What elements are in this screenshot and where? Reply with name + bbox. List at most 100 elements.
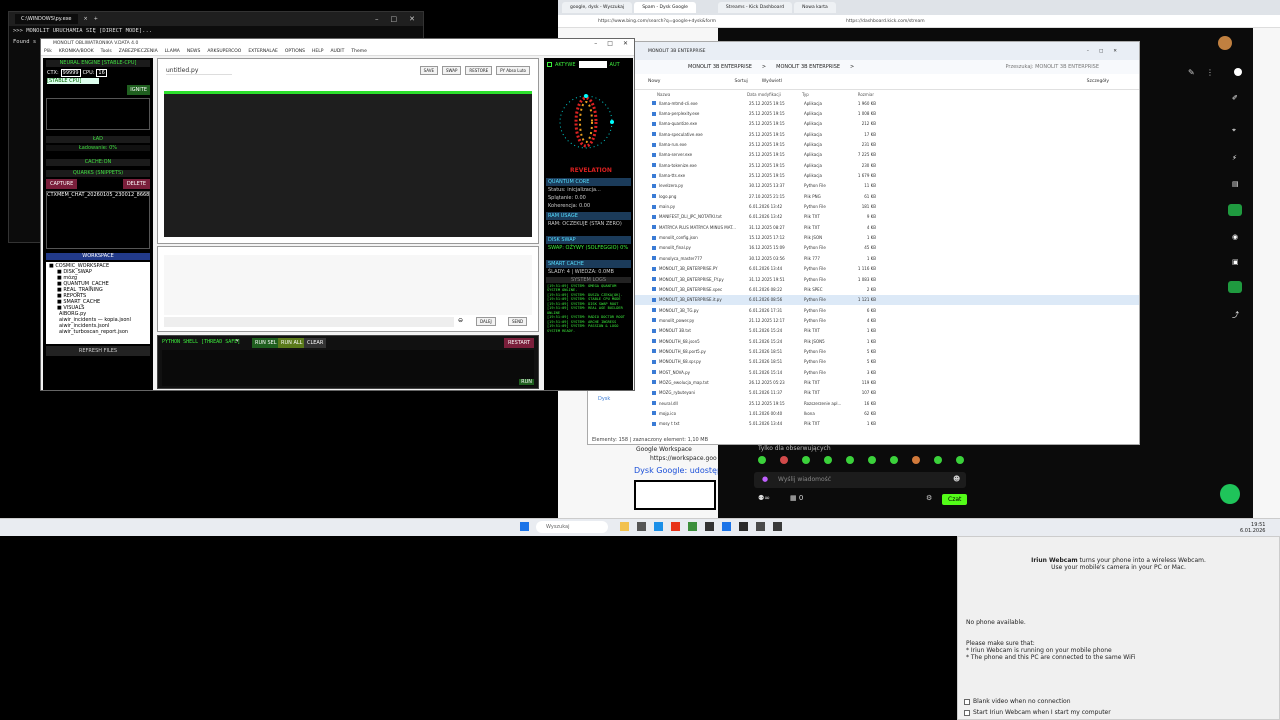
run-all-button[interactable]: RUN ALL [278, 338, 306, 348]
shell-dropdown[interactable]: ▾ [236, 338, 239, 344]
chat-output[interactable] [164, 255, 532, 315]
file-row[interactable]: llama-tts.exe 25.12.2025 19:15 Aplikacja 1 … [588, 170, 1139, 180]
iriun-webcam-window[interactable]: Iriun Webcam turns your phone into a wir… [957, 536, 1280, 720]
browser-tab[interactable]: google, dysk - Wyszukaj [562, 2, 633, 13]
file-explorer-window[interactable]: MONOLIT 3B ENTERPRISE –□✕ MONOLIT 3B ENT… [587, 41, 1140, 445]
file-row[interactable]: MONOLITH_68.port5.py 5.01.2026 18:51 Pytho… [588, 346, 1139, 356]
emoji-picker-icon[interactable]: ☻ [953, 475, 960, 483]
tree-disk[interactable]: Dysk [598, 396, 610, 402]
broadcast-icon[interactable]: ◉ [1232, 233, 1238, 241]
edit-icon[interactable]: ✎ [1188, 68, 1195, 77]
menu-item[interactable]: HELP [312, 49, 323, 54]
pen-icon[interactable]: ✐ [1232, 94, 1238, 102]
storage-icon[interactable]: ▤ [1232, 180, 1239, 188]
monolit-app-window[interactable]: MONOLIT OBLIWATRONIKA V.DATA 4.0 – □ ✕ P… [40, 38, 635, 391]
file-row[interactable]: monolit_power.py 21.12.2025 12:17 Python F… [588, 315, 1139, 325]
py-absoluto-button[interactable]: PY Abso Luto [496, 66, 530, 75]
menu-item[interactable]: NEWS [187, 49, 201, 54]
browser-tab[interactable]: Nowa karta [794, 2, 836, 13]
file-row[interactable]: llama-server.exe 25.12.2025 19:15 Aplikacj… [588, 150, 1139, 160]
folder-icon[interactable] [620, 522, 629, 531]
taskbar-search[interactable]: Wyszukaj [536, 521, 608, 533]
checkbox[interactable] [964, 709, 970, 716]
emote-icon[interactable] [758, 456, 766, 464]
emote-icon[interactable] [802, 456, 810, 464]
app-icon[interactable] [773, 522, 782, 531]
emote-icon[interactable] [890, 456, 898, 464]
active-checkbox[interactable] [547, 62, 552, 67]
tree-item[interactable]: aiwir_turboscan_report.json [49, 329, 147, 335]
file-row[interactable]: monolit_final.py 16.12.2025 15:09 Python F… [588, 243, 1139, 253]
option-autostart[interactable]: Start Iriun Webcam when I start my compu… [964, 709, 1111, 716]
menu-item[interactable]: LLAMA [165, 49, 180, 54]
close-icon[interactable]: ✕ [623, 40, 628, 47]
lock-icon[interactable]: ▣ [1232, 258, 1239, 266]
breadcrumb-item[interactable]: MONOLIT 3B ENTERPRISE [688, 64, 752, 70]
workspace-tree[interactable]: ■ COSMIC_WORKSPACE ■ DISK_SWAP ■ mózg ■ … [46, 262, 150, 344]
message-input[interactable]: ● Wyślij wiadomość ☻ [754, 472, 966, 488]
emote-icon[interactable] [912, 456, 920, 464]
menu-item[interactable]: Plik [44, 49, 52, 54]
chat-input[interactable] [164, 317, 454, 327]
file-row[interactable]: MOST_NOVA.py 5.01.2026 15:14 Python File 3 … [588, 367, 1139, 377]
cpu-input[interactable]: 16 [96, 69, 107, 77]
file-row[interactable]: MANIFEST_DLI_JPC_NOTATKI.txt 6.01.2026 13… [588, 212, 1139, 222]
share-icon[interactable]: ⤴ [1232, 310, 1239, 320]
menu-item[interactable]: OPTIONS [285, 49, 305, 54]
search-input[interactable]: Przeszukaj: MONOLIT 3B ENTERPRISE [1005, 64, 1099, 70]
snippet-item[interactable]: CTXMEM_CHAT_20260105_230012_8668 [47, 192, 149, 198]
sort-button[interactable]: Sortuj [734, 79, 747, 84]
menu-item[interactable]: Tools [101, 49, 112, 54]
add-tab-icon[interactable]: + [94, 16, 98, 22]
address-bar[interactable]: https://www.bing.com/search?q=google+dys… [558, 15, 1280, 28]
maximize-icon[interactable]: □ [391, 15, 398, 23]
app-icon[interactable] [705, 522, 714, 531]
users-icon[interactable]: ⚉∞ [758, 494, 770, 502]
capture-button[interactable]: CAPTURE [46, 179, 78, 189]
new-button[interactable]: Nowy [648, 79, 660, 84]
option-blank-video[interactable]: Blank video when no connection [964, 698, 1071, 705]
url-text[interactable]: https://www.bing.com/search?q=google+dys… [598, 19, 716, 24]
breadcrumb[interactable]: MONOLIT 3B ENTERPRISE > MONOLIT 3B ENTER… [588, 60, 1139, 74]
send-button[interactable]: SEND [508, 317, 528, 326]
emote-icon[interactable] [780, 456, 788, 464]
col-date[interactable]: Data modyfikacji [747, 92, 802, 97]
app-icon[interactable] [671, 522, 680, 531]
close-icon[interactable]: ✕ [409, 15, 415, 23]
window-controls[interactable]: –□✕ [1087, 49, 1139, 54]
file-row[interactable]: MONOLIT_3B_ENTERPRISE.PY 6.01.2026 13:44 P… [588, 264, 1139, 274]
breadcrumb-item[interactable]: MONOLIT 3B ENTERPRISE [776, 64, 840, 70]
menu-item[interactable]: ZABEZPIECZENIA [119, 49, 158, 54]
settings-icon[interactable]: ⚙ [926, 494, 932, 502]
menu-item[interactable]: Theme [351, 49, 367, 54]
avatar[interactable] [1218, 36, 1232, 50]
file-row[interactable]: llama-mtmd-cli.exe 25.12.2025 19:15 Aplika… [588, 98, 1139, 108]
minimize-icon[interactable]: – [594, 40, 597, 47]
emote-icon[interactable] [956, 456, 964, 464]
file-row[interactable]: MONOLIT 3B.txt 5.01.2026 15:24 Plik TXT 1 K… [588, 326, 1139, 336]
browser-tab[interactable]: Streams - Kick Dashboard [717, 2, 793, 13]
col-type[interactable]: Typ [802, 92, 844, 97]
support-button[interactable] [1220, 484, 1240, 504]
workspace-result-title[interactable]: Google Workspace [636, 446, 692, 453]
file-row[interactable]: llama-perplexity.exe 25.12.2025 19:15 Apli… [588, 108, 1139, 118]
checkbox[interactable] [964, 698, 970, 705]
emote-icon[interactable] [846, 456, 854, 464]
browser-tab[interactable]: Spam - Dysk Google [634, 2, 696, 13]
menu-item[interactable]: AUDIT [330, 49, 344, 54]
app-icon[interactable] [654, 522, 663, 531]
start-icon[interactable] [520, 522, 529, 531]
file-row[interactable]: MONOLIT_3B_ENTERPRISE_FY.py 31.12.2025 19… [588, 274, 1139, 284]
col-name[interactable]: Nazwa [657, 92, 747, 97]
file-row[interactable]: mojp.ico 1.01.2026 00:40 Ikona 62 KB [588, 408, 1139, 418]
focus-icon[interactable]: ⌖ [1232, 126, 1236, 135]
info-icon[interactable] [1234, 68, 1242, 76]
restart-button[interactable]: RESTART [503, 338, 534, 348]
file-row[interactable]: logo.png 27.10.2025 21:15 Plik PNG 61 KB [588, 191, 1139, 201]
details-button[interactable]: Szczegóły [1087, 79, 1109, 84]
restore-button[interactable]: RESTORE [465, 66, 493, 75]
file-row[interactable]: llama-quantize.exe 25.12.2025 19:15 Aplika… [588, 119, 1139, 129]
url-text[interactable]: https://dashboard.kick.com/stream [846, 19, 925, 24]
app-titlebar[interactable]: MONOLIT OBLIWATRONIKA V.DATA 4.0 – □ ✕ [41, 39, 634, 48]
minimize-icon[interactable]: – [375, 15, 379, 23]
